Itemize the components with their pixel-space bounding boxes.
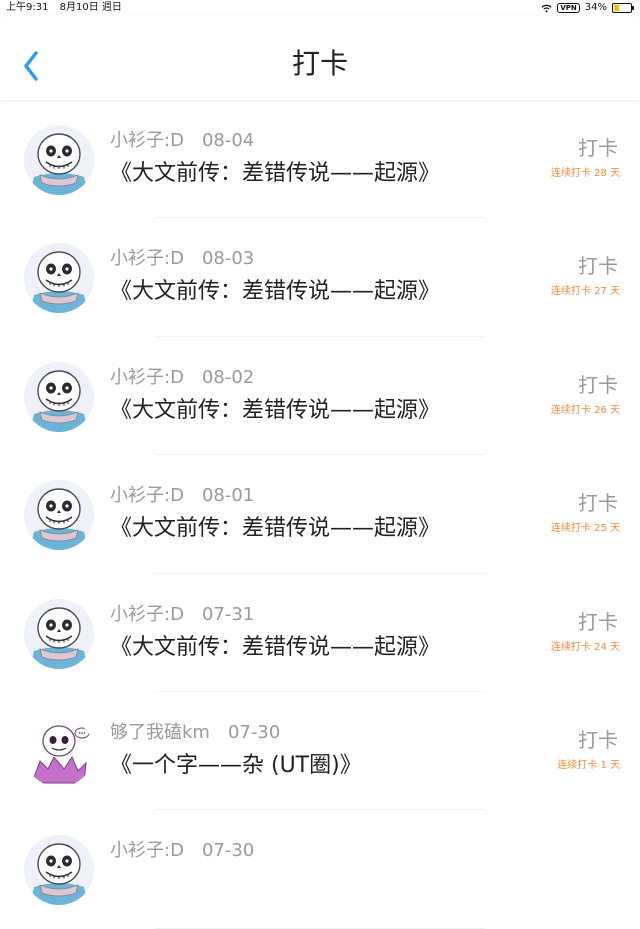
post-date: 08-01 [201, 485, 255, 507]
streak-label: 连续打卡 25 天 [550, 523, 620, 535]
post-title[interactable]: 《大文前传：差错传说——起源》 [110, 514, 440, 544]
streak-label: 连续打卡 28 天 [550, 168, 620, 179]
status-bar: 上午9:31 8月10日 週日 VPN 34% [0, 0, 640, 16]
avatar[interactable] [24, 361, 94, 432]
battery-percent: 34% [584, 2, 607, 13]
list-item[interactable]: 小衫子:D 07-31 《大文前传：差错传说——起源》 打卡连续打卡 24 天 [0, 574, 640, 692]
checkin-list: 小衫子:D 08-04 《大文前传：差错传说——起源》 打卡 连续打卡 28 天 小衫子… [0, 100, 640, 929]
status-right: VPN 34% [541, 1, 634, 15]
status-date: 8月10日 週日 [59, 2, 122, 13]
vpn-badge: VPN [557, 3, 580, 13]
post-date: 08-03 [201, 248, 255, 270]
post-meta: 小衫子:D 07-31 [110, 604, 254, 626]
status-time: 上午9:31 [6, 2, 49, 13]
list-item[interactable]: 小衫子:D 08-04 《大文前传：差错传说——起源》 打卡连续打卡 28 天 [0, 100, 640, 219]
wifi-icon [541, 4, 552, 12]
post-meta: 小衫子:D 08-02 [110, 367, 254, 389]
post-meta: 够了我磕km 07-30 [110, 722, 280, 744]
post-title[interactable]: 《一个字——杂 (UT圈)》 [110, 751, 362, 781]
username[interactable]: 小衫子:D [110, 367, 184, 388]
post-date: 07-30 [201, 840, 255, 862]
nav-bar: 打卡 [0, 16, 640, 100]
list-item[interactable]: 小衫子:D 08-01 《大文前传：差错传说——起源》 打卡连续打卡 25 天 [0, 455, 640, 574]
checkin-button[interactable]: 打卡 [578, 136, 618, 160]
post-date: 07-30 [227, 721, 281, 743]
list-item[interactable]: 小衫子:D 07-30 [0, 810, 640, 929]
streak-label: 连续打卡 26 天 [550, 404, 620, 416]
post-date: 07-31 [201, 603, 255, 625]
streak-label: 连续打卡 1 天 [557, 759, 620, 771]
username[interactable]: 小衫子:D [110, 130, 184, 151]
list-item[interactable]: 够了我磕km 07-30 《一个字——杂 (UT圈)》 打卡连续打卡 1 天 [0, 692, 640, 811]
post-title[interactable]: 《大文前传：差错传说——起源》 [110, 633, 440, 663]
post-title[interactable]: 《大文前传：差错传说——起源》 [110, 396, 440, 426]
post-title[interactable]: 《大文前传：差错传说——起源》 [110, 159, 440, 189]
list-item[interactable]: 小衫子:D 08-02 《大文前传：差错传说——起源》 打卡连续打卡 26 天 [0, 337, 640, 456]
streak-label: 连续打卡 24 天 [550, 641, 620, 653]
post-date: 08-02 [201, 366, 255, 388]
battery-level [614, 5, 619, 11]
avatar[interactable] [24, 125, 94, 195]
username[interactable]: 小衫子:D [110, 840, 184, 861]
checkin-button[interactable]: 打卡 [578, 254, 618, 278]
status-left: 上午9:31 8月10日 週日 [6, 1, 130, 15]
checkin-button[interactable]: 打卡 [578, 610, 618, 634]
checkin-button[interactable]: 打卡 [578, 373, 618, 397]
post-date: 08-04 [201, 130, 255, 151]
page-title: 打卡 [291, 47, 348, 80]
battery-icon [612, 3, 634, 13]
username[interactable]: 小衫子:D [110, 604, 184, 625]
username[interactable]: 够了我磕km [110, 722, 210, 743]
checkin-button[interactable]: 打卡 [578, 728, 618, 752]
list-item[interactable]: 小衫子:D 08-03 《大文前传：差错传说——起源》 打卡连续打卡 27 天 [0, 218, 640, 337]
post-meta: 小衫子:D 07-30 [110, 840, 254, 862]
checkin-button[interactable]: 打卡 [578, 491, 618, 515]
avatar[interactable] [24, 480, 94, 551]
avatar[interactable] [24, 598, 94, 669]
streak-label: 连续打卡 27 天 [550, 286, 620, 298]
post-title[interactable]: 《大文前传：差错传说——起源》 [110, 277, 440, 307]
avatar[interactable] [24, 716, 94, 787]
avatar[interactable] [24, 243, 94, 314]
avatar[interactable] [24, 835, 94, 906]
username[interactable]: 小衫子:D [110, 248, 184, 269]
username[interactable]: 小衫子:D [110, 485, 184, 506]
post-meta: 小衫子:D 08-01 [110, 485, 254, 507]
post-meta: 小衫子:D 08-04 [110, 130, 254, 152]
post-meta: 小衫子:D 08-03 [110, 248, 254, 270]
